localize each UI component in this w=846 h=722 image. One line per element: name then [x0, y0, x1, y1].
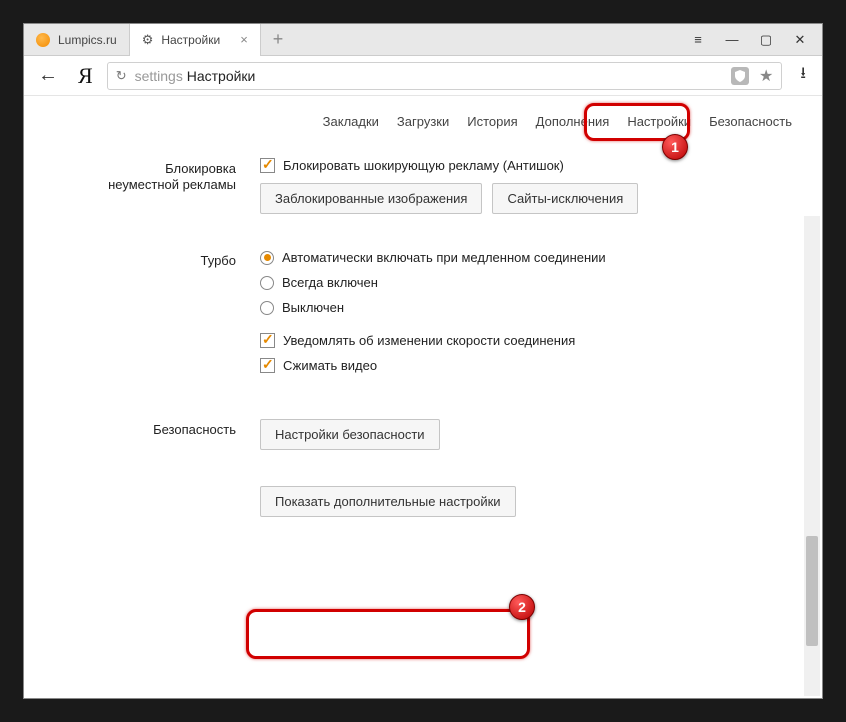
nav-downloads[interactable]: Загрузки [397, 114, 449, 129]
browser-window: Lumpics.ru ⚙ Настройки × + ≡ — ▢ ✕ ← Я ↻… [23, 23, 823, 699]
site-exceptions-button[interactable]: Сайты-исключения [492, 183, 638, 214]
marker-2: 2 [509, 594, 535, 620]
block-shocking-row[interactable]: Блокировать шокирующую рекламу (Антишок) [260, 158, 798, 173]
tab-bar: Lumpics.ru ⚙ Настройки × + ≡ — ▢ ✕ [24, 24, 822, 56]
compress-video-label: Сжимать видео [283, 358, 377, 373]
security-settings-button[interactable]: Настройки безопасности [260, 419, 440, 450]
section-label-turbo: Турбо [24, 250, 260, 383]
protect-icon[interactable] [731, 67, 749, 85]
minimize-button[interactable]: — [724, 32, 740, 48]
section-adblock: Блокировка неуместной рекламы Блокироват… [24, 158, 798, 214]
maximize-button[interactable]: ▢ [758, 32, 774, 48]
turbo-off-row[interactable]: Выключен [260, 300, 798, 315]
blocked-images-button[interactable]: Заблокированные изображения [260, 183, 482, 214]
new-tab-button[interactable]: + [261, 29, 296, 50]
checkbox-notify-speed[interactable] [260, 333, 275, 348]
section-advanced: Показать дополнительные настройки [24, 486, 798, 517]
gear-icon: ⚙ [142, 32, 154, 48]
bookmark-star-icon[interactable]: ★ [759, 66, 773, 86]
marker-1: 1 [662, 134, 688, 160]
turbo-off-label: Выключен [282, 300, 344, 315]
tab-title: Lumpics.ru [58, 33, 117, 47]
tab-title: Настройки [161, 33, 220, 47]
back-button[interactable]: ← [32, 64, 64, 87]
tab-settings[interactable]: ⚙ Настройки × [130, 24, 261, 56]
scroll-thumb[interactable] [806, 536, 818, 646]
window-controls: ≡ — ▢ ✕ [676, 32, 822, 48]
settings-nav: Закладки Загрузки История Дополнения Нас… [323, 114, 792, 129]
block-shocking-label: Блокировать шокирующую рекламу (Антишок) [283, 158, 564, 173]
section-label-security: Безопасность [24, 419, 260, 450]
notify-speed-label: Уведомлять об изменении скорости соедине… [283, 333, 575, 348]
nav-history[interactable]: История [467, 114, 517, 129]
tab-lumpics[interactable]: Lumpics.ru [24, 24, 130, 56]
turbo-always-label: Всегда включен [282, 275, 378, 290]
notify-speed-row[interactable]: Уведомлять об изменении скорости соедине… [260, 333, 798, 348]
turbo-auto-label: Автоматически включать при медленном сое… [282, 250, 606, 265]
address-field[interactable]: ↻ settings Настройки ★ [107, 62, 783, 90]
turbo-auto-row[interactable]: Автоматически включать при медленном сое… [260, 250, 798, 265]
address-right: ★ [731, 66, 773, 86]
nav-bookmarks[interactable]: Закладки [323, 114, 379, 129]
scrollbar[interactable] [804, 216, 820, 696]
close-window-button[interactable]: ✕ [792, 32, 808, 48]
menu-icon[interactable]: ≡ [690, 32, 706, 48]
radio-turbo-always[interactable] [260, 276, 274, 290]
nav-settings[interactable]: Настройки [627, 114, 691, 129]
turbo-always-row[interactable]: Всегда включен [260, 275, 798, 290]
section-label-adblock: Блокировка неуместной рекламы [24, 158, 260, 214]
checkbox-compress-video[interactable] [260, 358, 275, 373]
favicon-lumpics [36, 33, 50, 47]
close-tab-icon[interactable]: × [240, 32, 248, 47]
settings-body: Блокировка неуместной рекламы Блокироват… [24, 158, 798, 698]
show-advanced-button[interactable]: Показать дополнительные настройки [260, 486, 516, 517]
content-area: Закладки Загрузки История Дополнения Нас… [24, 96, 822, 698]
section-turbo: Турбо Автоматически включать при медленн… [24, 250, 798, 383]
section-security: Безопасность Настройки безопасности [24, 419, 798, 450]
nav-addons[interactable]: Дополнения [536, 114, 610, 129]
compress-video-row[interactable]: Сжимать видео [260, 358, 798, 373]
yandex-logo[interactable]: Я [74, 63, 97, 89]
address-bar: ← Я ↻ settings Настройки ★ ⭳ [24, 56, 822, 96]
radio-turbo-off[interactable] [260, 301, 274, 315]
reload-icon[interactable]: ↻ [116, 68, 127, 84]
nav-security[interactable]: Безопасность [709, 114, 792, 129]
address-text: settings Настройки [135, 68, 256, 84]
checkbox-block-shocking[interactable] [260, 158, 275, 173]
radio-turbo-auto[interactable] [260, 251, 274, 265]
downloads-icon[interactable]: ⭳ [792, 62, 814, 89]
